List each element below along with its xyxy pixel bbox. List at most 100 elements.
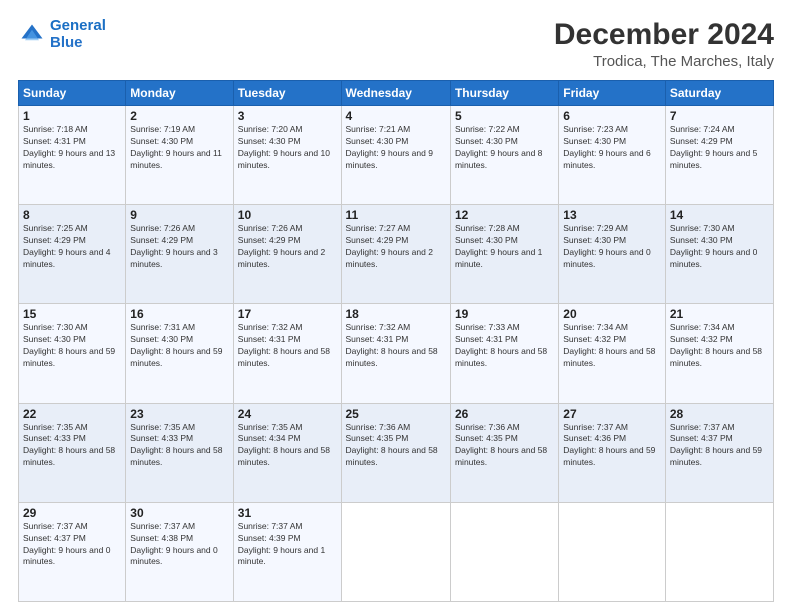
day-info: Sunrise: 7:37 AMSunset: 4:37 PMDaylight:…	[670, 422, 769, 470]
calendar-day-cell: 31Sunrise: 7:37 AMSunset: 4:39 PMDayligh…	[233, 502, 341, 601]
calendar-day-cell: 4Sunrise: 7:21 AMSunset: 4:30 PMDaylight…	[341, 106, 450, 205]
day-info: Sunrise: 7:24 AMSunset: 4:29 PMDaylight:…	[670, 124, 769, 172]
day-info: Sunrise: 7:27 AMSunset: 4:29 PMDaylight:…	[346, 223, 446, 271]
day-number: 19	[455, 307, 554, 321]
day-number: 9	[130, 208, 228, 222]
header: General Blue December 2024 Trodica, The …	[18, 18, 774, 70]
calendar-week-row: 22Sunrise: 7:35 AMSunset: 4:33 PMDayligh…	[19, 403, 774, 502]
day-info: Sunrise: 7:31 AMSunset: 4:30 PMDaylight:…	[130, 322, 228, 370]
day-info: Sunrise: 7:23 AMSunset: 4:30 PMDaylight:…	[563, 124, 661, 172]
calendar-week-row: 29Sunrise: 7:37 AMSunset: 4:37 PMDayligh…	[19, 502, 774, 601]
calendar-day-cell	[559, 502, 666, 601]
day-number: 11	[346, 208, 446, 222]
calendar-week-row: 1Sunrise: 7:18 AMSunset: 4:31 PMDaylight…	[19, 106, 774, 205]
day-info: Sunrise: 7:34 AMSunset: 4:32 PMDaylight:…	[670, 322, 769, 370]
calendar-day-cell: 10Sunrise: 7:26 AMSunset: 4:29 PMDayligh…	[233, 205, 341, 304]
day-info: Sunrise: 7:22 AMSunset: 4:30 PMDaylight:…	[455, 124, 554, 172]
calendar-day-cell: 28Sunrise: 7:37 AMSunset: 4:37 PMDayligh…	[665, 403, 773, 502]
day-of-week-header: Friday	[559, 81, 666, 106]
logo: General Blue	[18, 18, 106, 51]
day-info: Sunrise: 7:18 AMSunset: 4:31 PMDaylight:…	[23, 124, 121, 172]
day-number: 5	[455, 109, 554, 123]
calendar-day-cell: 2Sunrise: 7:19 AMSunset: 4:30 PMDaylight…	[126, 106, 233, 205]
calendar-day-cell: 7Sunrise: 7:24 AMSunset: 4:29 PMDaylight…	[665, 106, 773, 205]
calendar-week-row: 15Sunrise: 7:30 AMSunset: 4:30 PMDayligh…	[19, 304, 774, 403]
day-number: 1	[23, 109, 121, 123]
day-number: 14	[670, 208, 769, 222]
day-info: Sunrise: 7:34 AMSunset: 4:32 PMDaylight:…	[563, 322, 661, 370]
calendar-day-cell: 9Sunrise: 7:26 AMSunset: 4:29 PMDaylight…	[126, 205, 233, 304]
day-info: Sunrise: 7:37 AMSunset: 4:39 PMDaylight:…	[238, 521, 337, 569]
day-info: Sunrise: 7:35 AMSunset: 4:33 PMDaylight:…	[23, 422, 121, 470]
day-number: 28	[670, 407, 769, 421]
calendar-table: SundayMondayTuesdayWednesdayThursdayFrid…	[18, 80, 774, 602]
calendar-day-cell: 3Sunrise: 7:20 AMSunset: 4:30 PMDaylight…	[233, 106, 341, 205]
day-number: 22	[23, 407, 121, 421]
day-of-week-header: Saturday	[665, 81, 773, 106]
day-info: Sunrise: 7:32 AMSunset: 4:31 PMDaylight:…	[346, 322, 446, 370]
calendar-day-cell: 16Sunrise: 7:31 AMSunset: 4:30 PMDayligh…	[126, 304, 233, 403]
page: General Blue December 2024 Trodica, The …	[0, 0, 792, 612]
day-of-week-header: Tuesday	[233, 81, 341, 106]
calendar-day-cell: 30Sunrise: 7:37 AMSunset: 4:38 PMDayligh…	[126, 502, 233, 601]
location-title: Trodica, The Marches, Italy	[554, 53, 774, 70]
day-number: 16	[130, 307, 228, 321]
calendar-day-cell: 6Sunrise: 7:23 AMSunset: 4:30 PMDaylight…	[559, 106, 666, 205]
day-number: 2	[130, 109, 228, 123]
calendar-day-cell: 23Sunrise: 7:35 AMSunset: 4:33 PMDayligh…	[126, 403, 233, 502]
day-info: Sunrise: 7:19 AMSunset: 4:30 PMDaylight:…	[130, 124, 228, 172]
calendar-day-cell: 20Sunrise: 7:34 AMSunset: 4:32 PMDayligh…	[559, 304, 666, 403]
day-info: Sunrise: 7:28 AMSunset: 4:30 PMDaylight:…	[455, 223, 554, 271]
logo-icon	[18, 21, 46, 49]
calendar-day-cell: 24Sunrise: 7:35 AMSunset: 4:34 PMDayligh…	[233, 403, 341, 502]
calendar-day-cell: 12Sunrise: 7:28 AMSunset: 4:30 PMDayligh…	[450, 205, 558, 304]
day-info: Sunrise: 7:25 AMSunset: 4:29 PMDaylight:…	[23, 223, 121, 271]
day-of-week-header: Thursday	[450, 81, 558, 106]
day-info: Sunrise: 7:35 AMSunset: 4:34 PMDaylight:…	[238, 422, 337, 470]
day-info: Sunrise: 7:21 AMSunset: 4:30 PMDaylight:…	[346, 124, 446, 172]
day-info: Sunrise: 7:30 AMSunset: 4:30 PMDaylight:…	[670, 223, 769, 271]
calendar-day-cell: 11Sunrise: 7:27 AMSunset: 4:29 PMDayligh…	[341, 205, 450, 304]
day-number: 4	[346, 109, 446, 123]
day-number: 13	[563, 208, 661, 222]
day-info: Sunrise: 7:26 AMSunset: 4:29 PMDaylight:…	[238, 223, 337, 271]
logo-line2: Blue	[50, 34, 83, 51]
calendar-day-cell: 18Sunrise: 7:32 AMSunset: 4:31 PMDayligh…	[341, 304, 450, 403]
day-number: 30	[130, 506, 228, 520]
day-number: 25	[346, 407, 446, 421]
day-number: 24	[238, 407, 337, 421]
day-number: 27	[563, 407, 661, 421]
title-block: December 2024 Trodica, The Marches, Ital…	[554, 18, 774, 70]
day-info: Sunrise: 7:29 AMSunset: 4:30 PMDaylight:…	[563, 223, 661, 271]
calendar-day-cell: 14Sunrise: 7:30 AMSunset: 4:30 PMDayligh…	[665, 205, 773, 304]
calendar-day-cell: 26Sunrise: 7:36 AMSunset: 4:35 PMDayligh…	[450, 403, 558, 502]
day-info: Sunrise: 7:32 AMSunset: 4:31 PMDaylight:…	[238, 322, 337, 370]
calendar-day-cell	[341, 502, 450, 601]
logo-line1: General	[50, 17, 106, 34]
calendar-day-cell: 22Sunrise: 7:35 AMSunset: 4:33 PMDayligh…	[19, 403, 126, 502]
month-title: December 2024	[554, 18, 774, 51]
day-info: Sunrise: 7:37 AMSunset: 4:36 PMDaylight:…	[563, 422, 661, 470]
calendar-day-cell: 27Sunrise: 7:37 AMSunset: 4:36 PMDayligh…	[559, 403, 666, 502]
day-info: Sunrise: 7:36 AMSunset: 4:35 PMDaylight:…	[455, 422, 554, 470]
day-number: 3	[238, 109, 337, 123]
day-info: Sunrise: 7:37 AMSunset: 4:37 PMDaylight:…	[23, 521, 121, 569]
day-number: 20	[563, 307, 661, 321]
calendar-week-row: 8Sunrise: 7:25 AMSunset: 4:29 PMDaylight…	[19, 205, 774, 304]
day-info: Sunrise: 7:35 AMSunset: 4:33 PMDaylight:…	[130, 422, 228, 470]
day-info: Sunrise: 7:30 AMSunset: 4:30 PMDaylight:…	[23, 322, 121, 370]
calendar-day-cell	[665, 502, 773, 601]
calendar-day-cell: 17Sunrise: 7:32 AMSunset: 4:31 PMDayligh…	[233, 304, 341, 403]
calendar-header-row: SundayMondayTuesdayWednesdayThursdayFrid…	[19, 81, 774, 106]
day-number: 29	[23, 506, 121, 520]
day-number: 31	[238, 506, 337, 520]
calendar-day-cell: 15Sunrise: 7:30 AMSunset: 4:30 PMDayligh…	[19, 304, 126, 403]
calendar-day-cell: 21Sunrise: 7:34 AMSunset: 4:32 PMDayligh…	[665, 304, 773, 403]
day-of-week-header: Wednesday	[341, 81, 450, 106]
day-number: 15	[23, 307, 121, 321]
day-number: 12	[455, 208, 554, 222]
day-number: 26	[455, 407, 554, 421]
day-of-week-header: Monday	[126, 81, 233, 106]
day-number: 23	[130, 407, 228, 421]
calendar-day-cell: 25Sunrise: 7:36 AMSunset: 4:35 PMDayligh…	[341, 403, 450, 502]
